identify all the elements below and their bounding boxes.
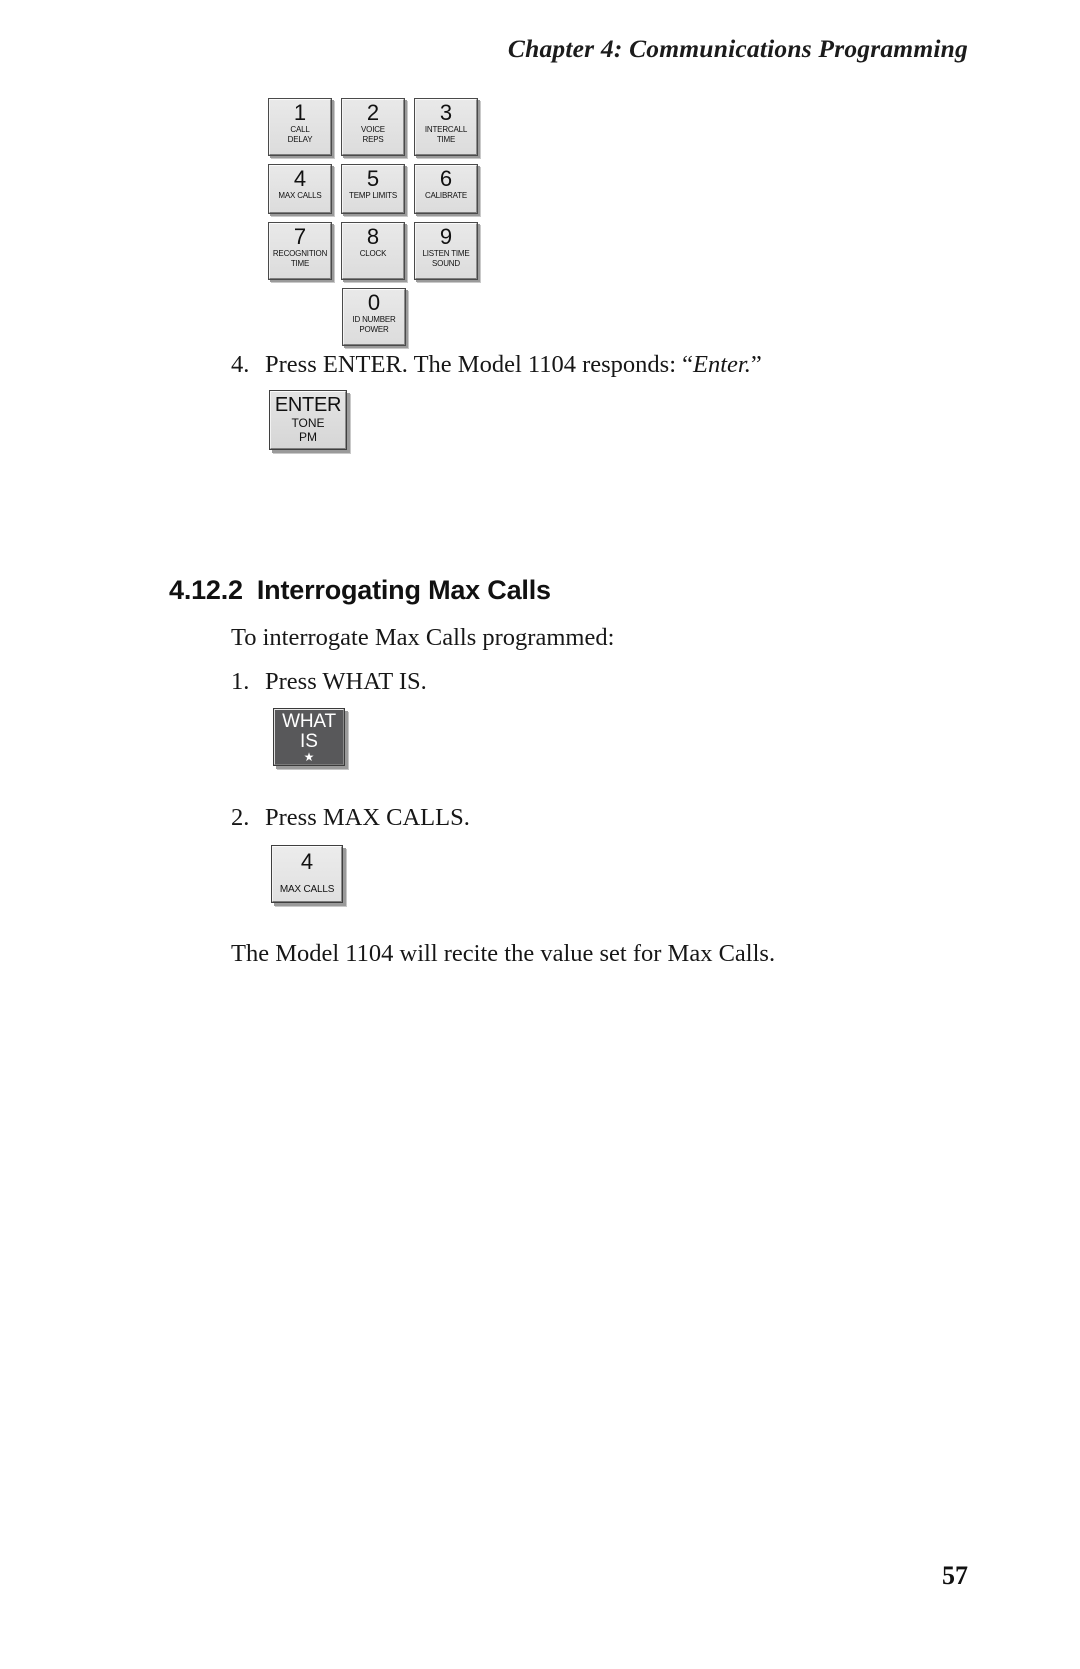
key-digit: 8 — [366, 224, 380, 249]
key-sublabel: DELAY — [287, 134, 313, 144]
closing-paragraph: The Model 1104 will recite the value set… — [231, 940, 776, 967]
step-4-number: 4. — [231, 351, 250, 378]
key-digit: 4 — [293, 166, 307, 191]
section-heading: 4.12.2 Interrogating Max Calls — [169, 574, 551, 606]
key-digit: 9 — [439, 224, 453, 249]
key-sublabel: TIME — [290, 258, 310, 268]
key-enter: ENTER TONE PM — [269, 390, 347, 450]
key-2: 2 VOICE REPS — [341, 98, 405, 156]
star-icon: ★ — [303, 750, 315, 764]
key-sublabel: TEMP LIMITS — [349, 190, 397, 200]
key-enter-sublabel-pm: PM — [299, 430, 317, 444]
step-1-paragraph: 1. Press WHAT IS. — [231, 667, 427, 697]
key-digit: 0 — [367, 290, 381, 315]
key-sublabel: SOUND — [432, 258, 460, 268]
key-sublabel: LISTEN TIME — [422, 248, 470, 258]
key-sublabel: INTERCALL — [424, 124, 468, 134]
section-number: 4.12.2 — [169, 575, 243, 605]
step-2-paragraph: 2. Press MAX CALLS. — [231, 803, 470, 833]
key-digit: 7 — [293, 224, 307, 249]
step-4-emphasis: Enter. — [693, 351, 751, 378]
key-0: 0 ID NUMBER POWER — [342, 288, 406, 346]
step-4-paragraph: 4. Press ENTER. The Model 1104 responds: … — [231, 350, 762, 380]
step-4-text-before: Press ENTER. The Model 1104 responds: “ — [265, 351, 694, 378]
key-sublabel: MAX CALLS — [278, 190, 322, 200]
step-1-number: 1. — [231, 668, 250, 695]
key-8: 8 CLOCK — [341, 222, 405, 280]
key-sublabel: CALIBRATE — [424, 190, 468, 200]
section-intro: To interrogate Max Calls programmed: — [231, 624, 615, 651]
keypad-diagram: 1 CALL DELAY 2 VOICE REPS 3 INTERCALL TI… — [268, 98, 478, 354]
key-enter-label: ENTER — [274, 394, 342, 416]
manual-page: Chapter 4: Communications Programming 1 … — [0, 0, 1080, 1669]
key-enter-sublabel-tone: TONE — [291, 416, 325, 430]
step-1-text: Press WHAT IS. — [265, 668, 427, 695]
key-what-is-label-line2: IS — [300, 731, 318, 752]
key-digit: 2 — [366, 100, 380, 125]
step-2-text: Press MAX CALLS. — [265, 804, 470, 831]
key-sublabel: RECOGNITION — [272, 248, 328, 258]
key-sublabel: REPS — [362, 134, 384, 144]
key-what-is-label-line1: WHAT — [282, 711, 336, 732]
keypad-row-4: 0 ID NUMBER POWER — [268, 288, 478, 346]
step-4-text-after: ” — [750, 351, 762, 378]
page-number: 57 — [942, 1561, 968, 1590]
keypad-row-2: 4 MAX CALLS 5 TEMP LIMITS 6 CALIBRATE — [268, 164, 478, 214]
key-max-calls: 4 MAX CALLS — [271, 845, 343, 903]
key-5: 5 TEMP LIMITS — [341, 164, 405, 214]
keypad-row-1: 1 CALL DELAY 2 VOICE REPS 3 INTERCALL TI… — [268, 98, 478, 156]
key-sublabel: ID NUMBER — [352, 314, 396, 324]
key-3: 3 INTERCALL TIME — [414, 98, 478, 156]
step-2-number: 2. — [231, 804, 250, 831]
running-header: Chapter 4: Communications Programming — [507, 34, 968, 63]
key-7: 7 RECOGNITION TIME — [268, 222, 332, 280]
key-sublabel: POWER — [359, 324, 389, 334]
key-digit: 3 — [439, 100, 453, 125]
key-9: 9 LISTEN TIME SOUND — [414, 222, 478, 280]
key-sublabel: CLOCK — [359, 248, 387, 258]
section-title: Interrogating Max Calls — [256, 575, 551, 605]
key-what-is: WHAT IS ★ — [273, 708, 345, 766]
key-max-calls-label: MAX CALLS — [279, 884, 335, 895]
key-6: 6 CALIBRATE — [414, 164, 478, 214]
key-digit: 6 — [439, 166, 453, 191]
key-digit: 1 — [293, 100, 307, 125]
key-digit: 5 — [366, 166, 380, 191]
key-sublabel: VOICE — [361, 124, 385, 134]
key-4: 4 MAX CALLS — [268, 164, 332, 214]
key-sublabel: CALL — [290, 124, 310, 134]
key-sublabel: TIME — [436, 134, 456, 144]
keypad-row-3: 7 RECOGNITION TIME 8 CLOCK 9 LISTEN TIME… — [268, 222, 478, 280]
key-max-calls-digit: 4 — [300, 849, 314, 874]
key-1: 1 CALL DELAY — [268, 98, 332, 156]
